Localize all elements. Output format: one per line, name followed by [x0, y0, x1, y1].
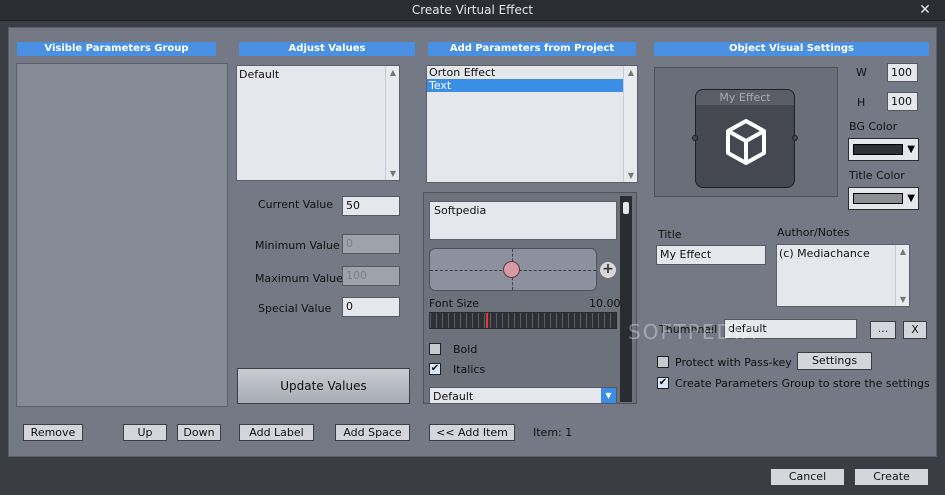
effect-node: My Effect [692, 89, 798, 188]
editor-scrollbar[interactable] [620, 196, 632, 402]
title-color-label: Title Color [849, 169, 905, 182]
adjust-values-list[interactable]: Default ▲ ▼ [236, 65, 400, 181]
section-header-add-params: Add Parameters from Project [428, 42, 636, 56]
list-item[interactable]: Orton Effect [427, 66, 637, 79]
scroll-down-icon[interactable]: ▼ [386, 169, 400, 178]
bold-checkbox[interactable] [429, 343, 441, 355]
width-input[interactable]: 100 [887, 63, 918, 82]
project-list-scrollbar[interactable]: ▲ ▼ [623, 66, 637, 182]
font-size-label: Font Size [429, 297, 480, 310]
current-value-label: Current Value [258, 198, 334, 211]
add-item-button[interactable]: << Add Item [429, 424, 515, 441]
node-input-port [692, 135, 698, 141]
up-button[interactable]: Up [123, 424, 167, 441]
height-label: H [857, 96, 866, 109]
font-select-value: Default [433, 390, 474, 403]
font-select[interactable]: Default ▼ [429, 387, 617, 404]
scroll-up-icon[interactable]: ▲ [624, 68, 638, 77]
author-notes-textarea[interactable]: (c) Mediachance ▲ ▼ [776, 244, 910, 307]
bold-label: Bold [453, 343, 478, 356]
font-size-value: 10.00 [589, 297, 621, 310]
author-notes-value: (c) Mediachance [779, 247, 870, 260]
height-input[interactable]: 100 [887, 92, 918, 111]
title-label: Title [658, 228, 682, 241]
chevron-down-icon[interactable]: ▼ [601, 388, 616, 403]
section-header-visible-params: Visible Parameters Group [17, 42, 216, 56]
author-notes-label: Author/Notes [777, 226, 850, 239]
special-value-label: Special Value [258, 302, 332, 315]
min-value-input: 0 [342, 234, 400, 254]
xy-pad-handle[interactable] [503, 261, 520, 278]
protect-passkey-checkbox[interactable] [657, 356, 669, 368]
scroll-up-icon[interactable]: ▲ [386, 68, 400, 77]
watermark: SOFTPEDIA [628, 320, 758, 344]
add-label-button[interactable]: Add Label [239, 424, 314, 441]
protect-passkey-label: Protect with Pass-key [675, 356, 792, 369]
font-size-slider[interactable] [429, 312, 617, 329]
chevron-down-icon[interactable]: ▼ [907, 144, 915, 155]
bg-color-swatch [853, 144, 903, 155]
scroll-down-icon[interactable]: ▼ [896, 295, 910, 304]
effect-preview: My Effect [654, 67, 838, 197]
scroll-up-icon[interactable]: ▲ [896, 247, 910, 256]
section-header-adjust-values: Adjust Values [239, 42, 415, 56]
close-icon[interactable]: ✕ [915, 0, 935, 21]
window-titlebar: Create Virtual Effect [0, 0, 945, 21]
cancel-button[interactable]: Cancel [770, 468, 845, 486]
add-space-button[interactable]: Add Space [335, 424, 410, 441]
clear-thumbnail-button[interactable]: X [903, 321, 927, 339]
current-value-input[interactable]: 50 [342, 196, 400, 216]
bg-color-picker[interactable]: ▼ [848, 138, 919, 161]
width-label: W [856, 66, 867, 79]
cube-icon [726, 119, 766, 165]
editor-scroll-thumb[interactable] [623, 202, 629, 214]
update-values-button[interactable]: Update Values [237, 368, 410, 404]
plus-icon[interactable]: + [600, 262, 616, 278]
min-value-label: Minimum Value [255, 239, 340, 252]
window-title: Create Virtual Effect [411, 3, 534, 17]
remove-button[interactable]: Remove [23, 424, 83, 441]
bg-color-label: BG Color [849, 120, 898, 133]
xy-pad[interactable] [429, 248, 597, 291]
chevron-down-icon[interactable]: ▼ [907, 193, 915, 204]
font-size-slider-marker[interactable] [486, 313, 488, 328]
adjust-list-scrollbar[interactable]: ▲ ▼ [385, 66, 399, 180]
down-button[interactable]: Down [177, 424, 221, 441]
max-value-label: Maximum Value [255, 272, 343, 285]
list-item-selected[interactable]: Text [427, 79, 623, 92]
title-input[interactable]: My Effect [656, 245, 766, 265]
create-group-label: Create Parameters Group to store the set… [675, 377, 930, 390]
create-group-checkbox[interactable]: ✔ [657, 377, 669, 389]
special-value-input[interactable]: 0 [342, 297, 400, 317]
title-color-picker[interactable]: ▼ [848, 187, 919, 210]
text-value: Softpedia [434, 204, 487, 217]
item-count: Item: 1 [533, 426, 573, 439]
project-params-list[interactable]: Orton Effect Text ▲ ▼ [426, 65, 638, 183]
author-notes-scrollbar[interactable]: ▲ ▼ [895, 245, 909, 306]
settings-button[interactable]: Settings [797, 352, 872, 370]
title-color-swatch [853, 193, 903, 204]
effect-node-title: My Effect [696, 90, 794, 105]
create-button[interactable]: Create [854, 468, 929, 486]
text-value-box[interactable]: Softpedia [429, 201, 617, 240]
visible-params-list[interactable] [16, 63, 228, 407]
max-value-input: 100 [342, 266, 400, 286]
italics-checkbox[interactable]: ✔ [429, 363, 441, 375]
node-output-port [792, 135, 798, 141]
italics-label: Italics [453, 363, 486, 376]
list-item[interactable]: Default [237, 66, 399, 83]
browse-button[interactable]: ... [870, 321, 896, 339]
section-header-object-visual: Object Visual Settings [654, 42, 929, 56]
scroll-down-icon[interactable]: ▼ [624, 171, 638, 180]
